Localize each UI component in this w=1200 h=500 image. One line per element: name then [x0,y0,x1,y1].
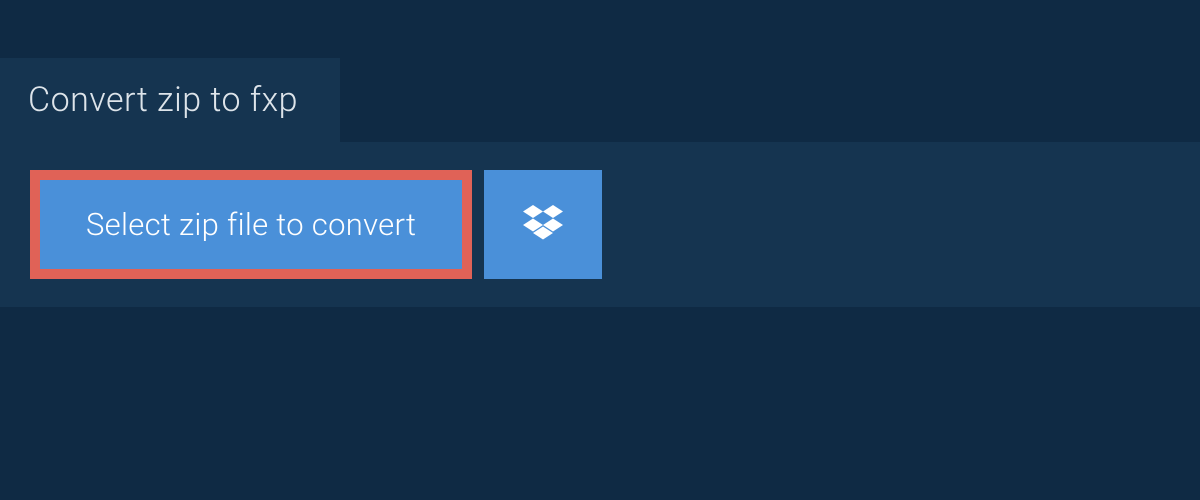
dropbox-icon [523,205,563,245]
page-title: Convert zip to fxp [28,80,298,120]
upload-panel: Select zip file to convert [0,142,1200,307]
header-tab: Convert zip to fxp [0,58,340,142]
select-file-label: Select zip file to convert [86,206,416,243]
button-row: Select zip file to convert [30,170,1170,279]
dropbox-button[interactable] [484,170,602,279]
select-file-button[interactable]: Select zip file to convert [30,170,472,279]
